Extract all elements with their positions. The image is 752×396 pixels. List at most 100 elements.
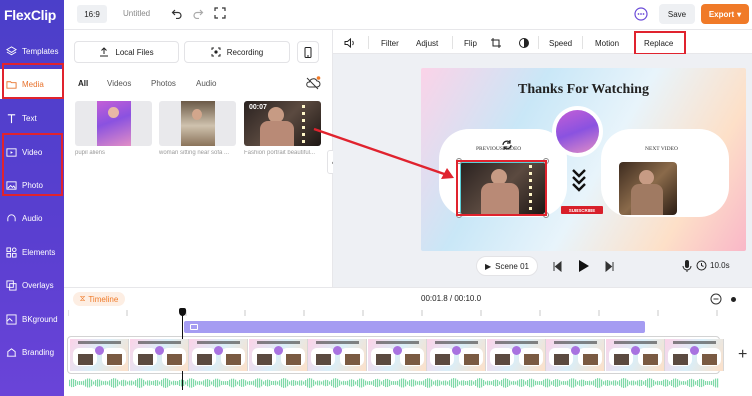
- frame-title-line: [375, 341, 419, 344]
- frame-title-line: [78, 341, 121, 344]
- frame-photo: [375, 354, 391, 365]
- frame-avatar: [392, 346, 402, 355]
- timeline-ruler: [68, 310, 718, 316]
- sidebar-item-branding[interactable]: Branding: [0, 337, 64, 367]
- sidebar-item-bkground[interactable]: BKground: [0, 304, 64, 334]
- export-button[interactable]: Export ▾: [701, 4, 749, 24]
- annotation-arrow: [313, 127, 454, 179]
- media-thumb-1[interactable]: [75, 101, 152, 146]
- color-icon[interactable]: [518, 37, 530, 49]
- chat-icon[interactable]: [634, 7, 648, 21]
- frame-avatar: [333, 346, 342, 355]
- frame-photo: [583, 354, 598, 365]
- adjust-button[interactable]: Adjust: [416, 39, 438, 48]
- frame-photo: [107, 354, 122, 365]
- flip-button[interactable]: Flip: [464, 39, 477, 48]
- overlay-track-clip[interactable]: [184, 321, 645, 333]
- branding-icon: [6, 347, 17, 357]
- track-frame: [308, 339, 367, 371]
- local-files-label: Local Files: [115, 47, 154, 57]
- music-icon: [7, 213, 16, 221]
- frame-avatar: [571, 346, 580, 355]
- replace-highlight-box: [634, 31, 686, 55]
- previous-scene-icon[interactable]: [552, 261, 563, 272]
- phone-icon: [304, 46, 312, 58]
- save-button[interactable]: Save: [659, 4, 695, 24]
- track-frame: [248, 339, 308, 371]
- project-title[interactable]: Untitled: [123, 9, 150, 18]
- zoom-slider-handle[interactable]: [731, 297, 736, 302]
- background-icon: [6, 313, 17, 325]
- timeline-tab[interactable]: ⧖ Timeline: [73, 292, 125, 306]
- next-video-label: NEXT VIDEO: [645, 146, 678, 152]
- rotate-icon[interactable]: [501, 139, 513, 151]
- tab-audio[interactable]: Audio: [196, 79, 216, 88]
- sidebar-item-label: Audio: [22, 213, 43, 223]
- media-panel: [64, 30, 333, 287]
- photo-face: [192, 109, 202, 120]
- duration-badge: 00:07: [249, 104, 267, 111]
- next-scene-icon[interactable]: [604, 261, 615, 272]
- cloud-off-icon[interactable]: [305, 76, 321, 90]
- local-files-button[interactable]: Local Files: [74, 41, 179, 63]
- upload-icon: [100, 47, 109, 57]
- tab-all[interactable]: All: [78, 79, 88, 88]
- zoom-out-icon[interactable]: [710, 293, 722, 305]
- sidebar-item-label: Elements: [22, 247, 56, 257]
- toolbar-divider: [368, 36, 369, 49]
- export-label: Export: [708, 9, 735, 19]
- microphone-icon[interactable]: [682, 259, 692, 273]
- motion-button[interactable]: Motion: [595, 39, 619, 48]
- frame-avatar: [154, 346, 164, 355]
- record-icon: [211, 47, 221, 57]
- crop-icon[interactable]: [490, 37, 502, 49]
- track-frame: [486, 339, 546, 371]
- frame-photo: [404, 354, 420, 365]
- filter-button[interactable]: Filter: [381, 39, 399, 48]
- frame-photo: [435, 354, 450, 365]
- time-readout: 00:01.8 / 00:10.0: [421, 294, 482, 303]
- sidebar-item-templates[interactable]: Templates: [0, 36, 64, 66]
- frame-photo: [613, 354, 629, 365]
- chevrons-down-icon: [572, 169, 586, 192]
- frame-photo: [197, 354, 212, 365]
- fullscreen-icon[interactable]: [214, 7, 226, 19]
- add-track-button[interactable]: +: [738, 346, 747, 364]
- volume-icon[interactable]: [344, 37, 356, 49]
- sidebar-item-text[interactable]: Text: [0, 103, 64, 133]
- frame-photo: [642, 354, 658, 365]
- photo-face: [108, 107, 119, 118]
- frame-title-line: [256, 341, 300, 344]
- elements-icon: [6, 246, 17, 258]
- play-icon[interactable]: [577, 259, 590, 273]
- clock-icon: [696, 260, 707, 271]
- track-frame: [70, 339, 129, 371]
- speed-button[interactable]: Speed: [549, 39, 572, 48]
- sidebar-item-label: Branding: [22, 347, 55, 357]
- tab-videos[interactable]: Videos: [107, 79, 131, 88]
- sidebar-item-audio[interactable]: Audio: [0, 203, 64, 233]
- scene-duration: 10.0s: [710, 261, 730, 270]
- sidebar-item-label: Templates: [22, 46, 59, 56]
- sidebar-item-label: Text: [22, 113, 37, 123]
- media-thumb-2[interactable]: [159, 101, 236, 146]
- photo-body: [260, 121, 294, 146]
- redo-icon[interactable]: [192, 7, 204, 19]
- scene-selector[interactable]: ▶ Scene 01: [476, 256, 538, 276]
- undo-icon[interactable]: [171, 7, 183, 19]
- audio-waveform[interactable]: [67, 376, 720, 390]
- phone-upload-button[interactable]: [297, 41, 319, 63]
- frame-avatar: [95, 346, 104, 355]
- playhead-handle[interactable]: [179, 308, 186, 316]
- sidebar-item-elements[interactable]: Elements: [0, 237, 64, 267]
- recording-button[interactable]: Recording: [184, 41, 290, 63]
- frame-photo: [78, 354, 93, 365]
- aspect-ratio-button[interactable]: 16:9: [77, 5, 107, 23]
- frame-photo: [523, 354, 539, 365]
- overlays-icon: [6, 279, 17, 291]
- photo-body: [631, 184, 663, 215]
- media-caption: pupil aliens: [75, 150, 106, 156]
- frame-photo: [464, 354, 479, 365]
- sidebar-item-overlays[interactable]: Overlays: [0, 270, 64, 300]
- tab-photos[interactable]: Photos: [151, 79, 176, 88]
